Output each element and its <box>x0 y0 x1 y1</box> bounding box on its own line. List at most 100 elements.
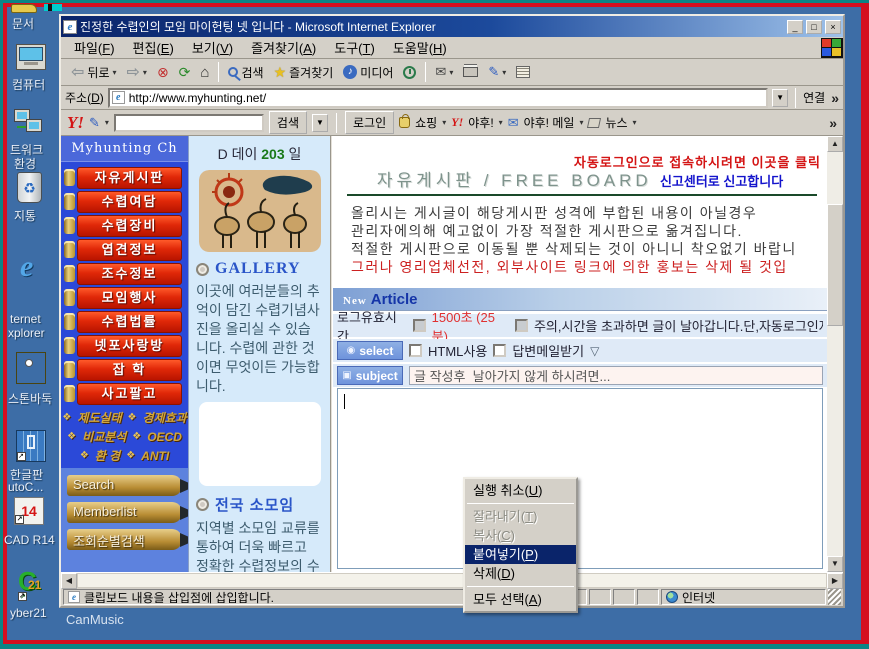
sidebar-item-buy-sell[interactable]: 사고팔고 <box>77 383 182 405</box>
my-documents-icon[interactable] <box>11 4 37 13</box>
media-button[interactable]: ♪미디어 <box>339 62 397 83</box>
baduk-game-icon[interactable] <box>16 352 46 384</box>
article-body-textarea[interactable] <box>337 388 823 569</box>
warning-checkbox[interactable] <box>515 319 528 332</box>
autocad-kr-label-2[interactable]: utoC... <box>8 480 43 494</box>
view-rank-cartridge-button[interactable]: 조회순별검색 <box>67 529 182 550</box>
scroll-down-button[interactable]: ▼ <box>827 556 843 572</box>
yahoo-search-input[interactable] <box>114 114 264 132</box>
link-economic-effect[interactable]: 경제효과 <box>142 409 186 426</box>
print-button[interactable] <box>459 65 482 79</box>
cyber21-icon[interactable]: C21↗ <box>18 566 37 597</box>
menu-file[interactable]: 파일(F) <box>65 36 124 59</box>
back-button[interactable]: ⇦뒤로▾ <box>67 60 121 84</box>
link-environment[interactable]: 환 경 <box>95 447 120 464</box>
yahoo-home-item[interactable]: 야후! <box>468 114 493 131</box>
menu-view[interactable]: 보기(V) <box>183 36 242 59</box>
minimize-button[interactable]: _ <box>787 20 803 34</box>
memberlist-cartridge-button[interactable]: Memberlist <box>67 502 182 523</box>
baduk-label[interactable]: 스톤바둑 <box>8 390 52 407</box>
yahoo-more-chevron[interactable]: » <box>829 115 837 131</box>
context-select-all[interactable]: 모두 선택(A) <box>465 590 576 609</box>
link-oecd[interactable]: OECD <box>147 430 182 444</box>
forward-button[interactable]: ⇨▾ <box>123 60 151 84</box>
yahoo-mail-item[interactable]: 야후! 메일 <box>524 114 575 131</box>
history-button[interactable] <box>399 64 420 81</box>
autocad-kr-icon[interactable]: ↗ <box>16 430 46 462</box>
scroll-up-button[interactable]: ▲ <box>827 136 843 152</box>
menu-tools[interactable]: 도구(T) <box>325 36 384 59</box>
internet-explorer-icon[interactable]: e <box>20 250 33 284</box>
cyber21-label[interactable]: yber21 <box>10 606 47 620</box>
my-computer-label[interactable]: 컴퓨터 <box>12 76 45 93</box>
horizontal-scrollbar[interactable]: ◀ ▶ <box>61 572 843 588</box>
gallery-artwork-image[interactable] <box>199 170 321 252</box>
select-button[interactable]: ◉select <box>337 341 403 360</box>
sidebar-item-netpo-lounge[interactable]: 넷포사랑방 <box>77 335 182 357</box>
sidebar-item-dog-info[interactable]: 엽견정보 <box>77 239 182 261</box>
yahoo-logo[interactable]: Y! <box>67 113 84 133</box>
home-button[interactable]: ⌂ <box>196 62 213 83</box>
network-label-2[interactable]: 환경 <box>14 155 36 172</box>
address-dropdown-button[interactable]: ▼ <box>772 89 788 107</box>
my-computer-icon[interactable] <box>16 44 46 70</box>
ie-label-1[interactable]: ternet <box>10 312 41 326</box>
favorites-button[interactable]: ★즐겨찾기 <box>270 62 338 83</box>
sidebar-item-hunting-talk[interactable]: 수렵여담 <box>77 191 182 213</box>
my-documents-label[interactable]: 문서 <box>12 15 34 32</box>
yahoo-login-button[interactable]: 로그인 <box>345 111 394 134</box>
recycle-bin-icon[interactable]: ♻ <box>17 172 42 203</box>
sidebar-item-events[interactable]: 모임행사 <box>77 287 182 309</box>
mail-button[interactable]: ✉▾ <box>431 62 457 82</box>
context-paste[interactable]: 붙여넣기(P) <box>465 545 576 564</box>
discuss-button[interactable] <box>512 64 534 80</box>
sidebar-item-free-board[interactable]: 자유게시판 <box>77 167 182 189</box>
network-neighborhood-icon[interactable] <box>15 110 45 136</box>
links-chevron-icon[interactable]: » <box>831 90 839 106</box>
yahoo-search-button[interactable]: 검색 <box>269 111 307 134</box>
refresh-button[interactable]: ⟳ <box>175 62 195 83</box>
link-comparison[interactable]: 비교분석 <box>82 428 126 445</box>
scroll-right-button[interactable]: ▶ <box>827 573 843 589</box>
subject-input[interactable] <box>409 366 823 385</box>
links-label[interactable]: 연결 <box>803 89 825 106</box>
horizontal-scroll-track[interactable] <box>77 573 827 588</box>
close-button[interactable]: × <box>825 20 841 34</box>
title-bar[interactable]: e 진정한 수렵인의 모임 마이헌팅 넷 입니다 - Microsoft Int… <box>61 16 843 37</box>
sidebar-item-hunting-law[interactable]: 수렵법률 <box>77 311 182 333</box>
menu-help[interactable]: 도움말(H) <box>384 36 456 59</box>
html-checkbox[interactable] <box>409 344 422 357</box>
subject-button[interactable]: ▣subject <box>337 366 403 385</box>
report-link[interactable]: 신고센터로 신고합니다 <box>660 174 783 189</box>
canmusic-label[interactable]: CanMusic <box>66 612 124 627</box>
resize-grip[interactable] <box>828 589 841 605</box>
yahoo-news-item[interactable]: 뉴스 <box>605 114 627 131</box>
stop-button[interactable]: ⊗ <box>153 62 173 83</box>
search-button[interactable]: 검색 <box>224 62 267 83</box>
sidebar-item-bird-info[interactable]: 조수정보 <box>77 263 182 285</box>
time-checkbox[interactable] <box>413 319 426 332</box>
autocad-r14-label[interactable]: CAD R14 <box>4 533 55 547</box>
reply-dropdown-icon[interactable]: ▽ <box>590 344 599 358</box>
scroll-thumb[interactable] <box>827 204 843 326</box>
autocad-r14-icon[interactable]: 14↗ <box>14 497 44 525</box>
link-anti[interactable]: ANTI <box>141 449 169 463</box>
address-input[interactable]: e http://www.myhunting.net/ <box>108 88 768 108</box>
sidebar-item-misc[interactable]: 잡 학 <box>77 359 182 381</box>
maximize-button[interactable]: □ <box>806 20 822 34</box>
sidebar-item-hunting-gear[interactable]: 수렵장비 <box>77 215 182 237</box>
ie-label-2[interactable]: xplorer <box>8 326 45 340</box>
yahoo-search-dropdown[interactable]: ▼ <box>312 114 328 132</box>
menu-edit[interactable]: 편집(E) <box>124 36 183 59</box>
vertical-scrollbar[interactable]: ▲ ▼ <box>827 136 843 572</box>
yahoo-pencil-icon[interactable]: ✎ <box>89 115 100 131</box>
recycle-bin-label[interactable]: 지통 <box>14 207 36 224</box>
scroll-left-button[interactable]: ◀ <box>61 573 77 589</box>
link-system-status[interactable]: 제도실태 <box>77 409 121 426</box>
context-undo[interactable]: 실행 취소(U) <box>465 481 576 500</box>
context-delete[interactable]: 삭제(D) <box>465 564 576 583</box>
edit-button[interactable]: ✎▾ <box>484 62 510 82</box>
reply-mail-checkbox[interactable] <box>493 344 506 357</box>
yahoo-shopping-item[interactable]: 쇼핑 <box>415 114 437 131</box>
search-cartridge-button[interactable]: Search <box>67 475 182 496</box>
